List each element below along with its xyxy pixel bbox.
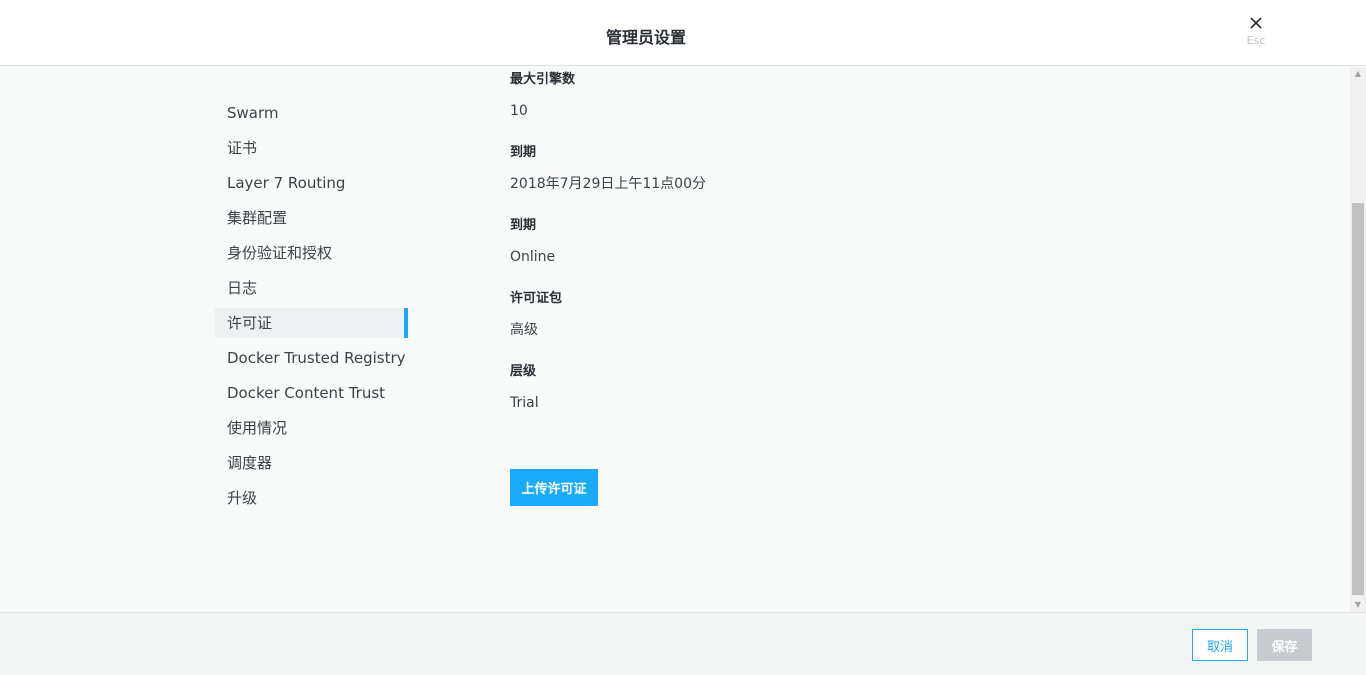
scroll-up-icon[interactable]: ▲ xyxy=(1350,67,1366,81)
nav-item-usage[interactable]: 使用情况 xyxy=(215,413,408,443)
tier-value: Trial xyxy=(510,395,539,411)
nav-item-license[interactable]: 许可证 xyxy=(215,308,408,338)
max-engines-value: 10 xyxy=(510,103,528,119)
settings-body: Swarm 证书 Layer 7 Routing 集群配置 身份验证和授权 日志… xyxy=(0,67,1350,612)
scroll-thumb[interactable] xyxy=(1352,203,1364,595)
page-title: 管理员设置 xyxy=(605,28,686,47)
settings-nav: Swarm 证书 Layer 7 Routing 集群配置 身份验证和授权 日志… xyxy=(215,98,408,518)
nav-item-swarm[interactable]: Swarm xyxy=(215,98,408,128)
close-button[interactable]: Esc xyxy=(1236,14,1276,54)
esc-hint: Esc xyxy=(1246,34,1266,47)
save-button[interactable]: 保存 xyxy=(1257,629,1312,661)
license-panel: 最大引擎数 10 到期 2018年7月29日上午11点00分 到期 Online… xyxy=(510,71,1110,506)
nav-item-logs[interactable]: 日志 xyxy=(215,273,408,303)
tier-label: 层级 xyxy=(510,364,537,379)
close-icon xyxy=(1250,17,1262,29)
nav-item-content-trust[interactable]: Docker Content Trust xyxy=(215,378,408,408)
expiry-mode-label: 到期 xyxy=(510,218,537,233)
expiry-value: 2018年7月29日上午11点00分 xyxy=(510,176,706,192)
upload-license-button[interactable]: 上传许可证 xyxy=(510,469,598,506)
nav-item-cluster-config[interactable]: 集群配置 xyxy=(215,203,408,233)
modal-header: 管理员设置 Esc xyxy=(0,0,1366,66)
vertical-scrollbar[interactable]: ▲ ▼ xyxy=(1350,67,1366,612)
cancel-button[interactable]: 取消 xyxy=(1192,629,1248,661)
expiry-label: 到期 xyxy=(510,145,537,160)
nav-item-upgrade[interactable]: 升级 xyxy=(215,483,408,513)
modal-footer: 取消 保存 xyxy=(0,612,1366,675)
scroll-down-icon[interactable]: ▼ xyxy=(1350,598,1366,612)
nav-item-scheduler[interactable]: 调度器 xyxy=(215,448,408,478)
license-package-value: 高级 xyxy=(510,322,538,338)
expiry-mode-value: Online xyxy=(510,249,556,265)
max-engines-label: 最大引擎数 xyxy=(510,72,576,87)
nav-item-layer7-routing[interactable]: Layer 7 Routing xyxy=(215,168,408,198)
nav-item-dtr[interactable]: Docker Trusted Registry xyxy=(215,343,408,373)
nav-item-auth[interactable]: 身份验证和授权 xyxy=(215,238,408,268)
license-package-label: 许可证包 xyxy=(510,291,563,306)
nav-item-certificates[interactable]: 证书 xyxy=(215,133,408,163)
